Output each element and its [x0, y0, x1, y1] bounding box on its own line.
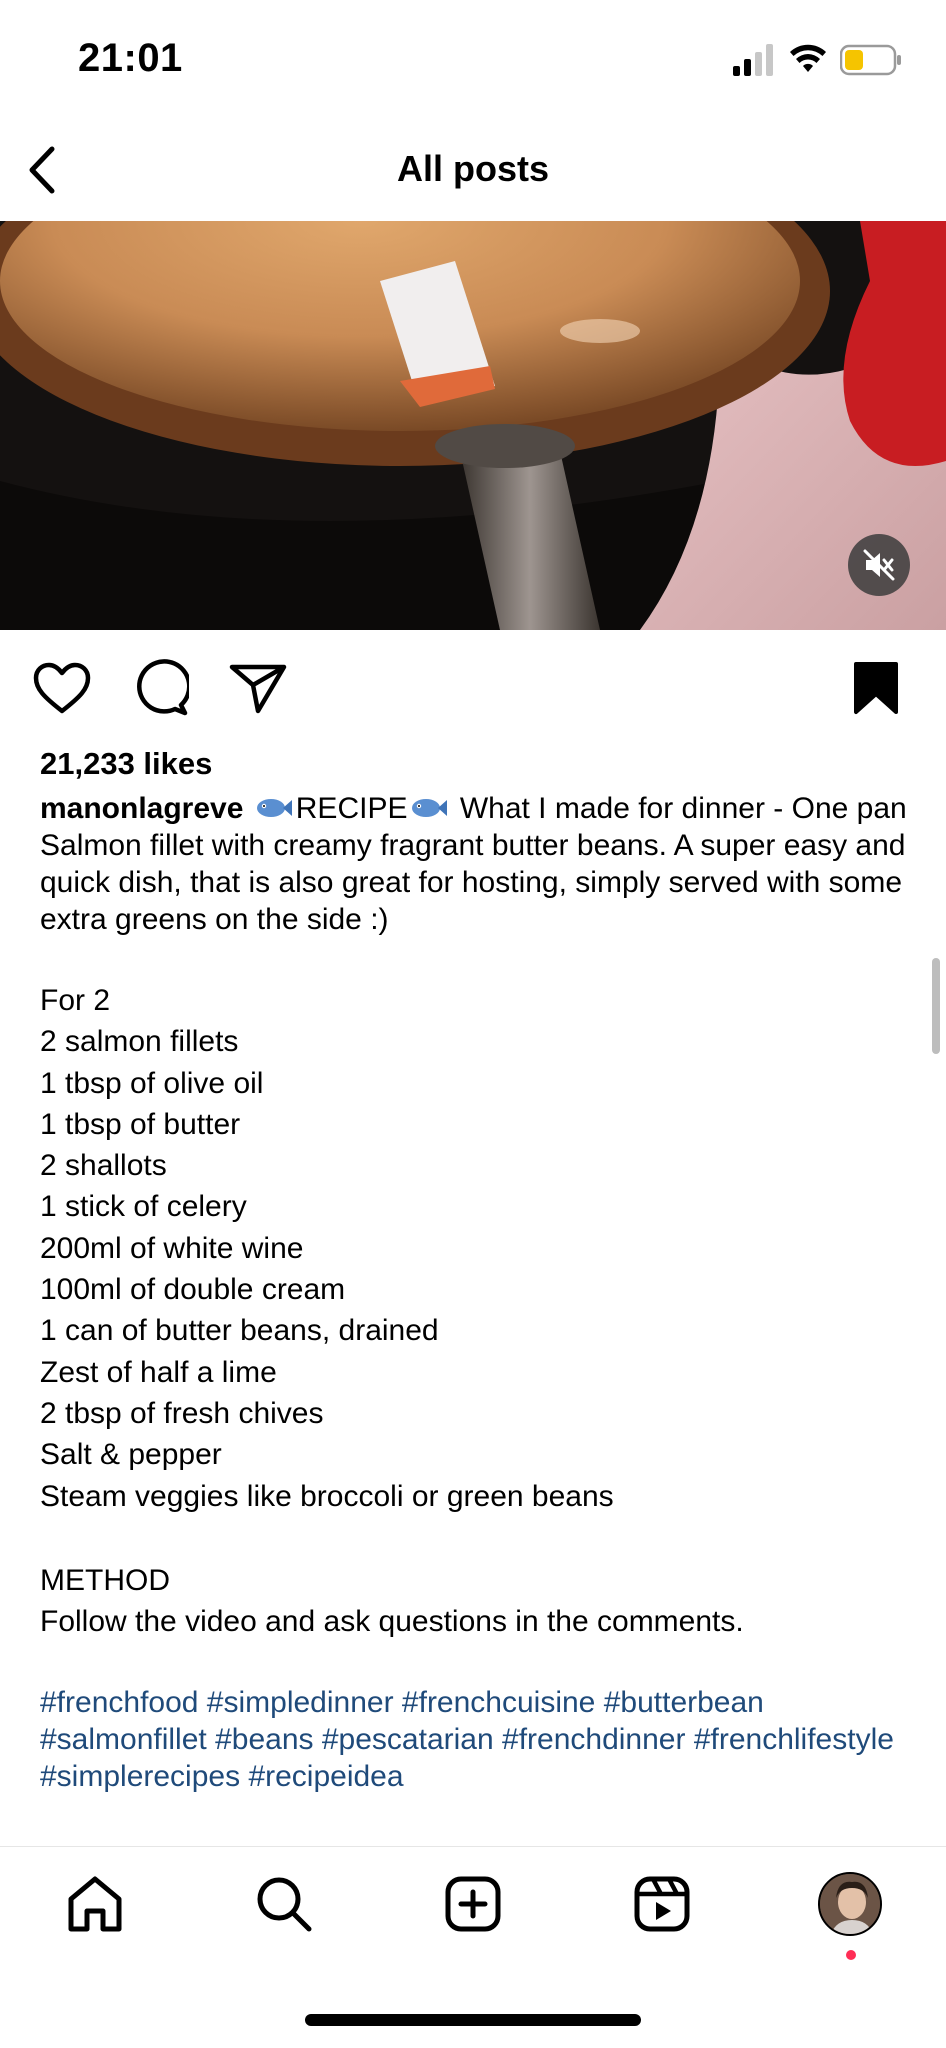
list-item: 100ml of double cream	[40, 1273, 346, 1307]
method-section: METHOD Follow the video and ask question…	[40, 1560, 920, 1643]
tab-create[interactable]	[438, 1869, 508, 1939]
speaker-muted-icon	[863, 549, 895, 581]
nav-header: All posts	[0, 120, 946, 220]
method-text: Follow the video and ask questions in th…	[40, 1605, 744, 1639]
method-heading: METHOD	[40, 1564, 170, 1597]
fish-emoji-icon	[256, 799, 292, 817]
post-video[interactable]	[0, 221, 946, 630]
wifi-icon	[790, 44, 826, 72]
save-button[interactable]	[844, 656, 908, 720]
list-item: 1 tbsp of olive oil	[40, 1066, 264, 1100]
hashtag-list: #frenchfood #simpledinner #frenchcuisine…	[40, 1684, 920, 1795]
notification-dot	[846, 1950, 856, 1960]
tab-home[interactable]	[60, 1869, 130, 1939]
hashtag-link[interactable]: #simplerecipes	[40, 1760, 240, 1793]
heart-icon	[33, 662, 91, 714]
share-button[interactable]	[226, 656, 290, 720]
cellular-signal-icon	[733, 44, 773, 76]
share-icon	[229, 664, 287, 714]
tab-search[interactable]	[249, 1869, 319, 1939]
comment-button[interactable]	[128, 656, 192, 720]
list-item: 1 stick of celery	[40, 1190, 247, 1224]
hashtag-link[interactable]: #frenchlifestyle	[694, 1723, 894, 1756]
hashtag-link[interactable]: #recipeidea	[248, 1760, 403, 1793]
list-item: Zest of half a lime	[40, 1355, 277, 1389]
list-item: 1 can of butter beans, drained	[40, 1314, 439, 1348]
list-item: 2 shallots	[40, 1149, 167, 1183]
hashtag-link[interactable]: #frenchdinner	[502, 1723, 685, 1756]
page-title: All posts	[396, 148, 549, 189]
comment-icon	[137, 659, 189, 716]
search-icon	[257, 1877, 312, 1932]
list-item: 2 tbsp of fresh chives	[40, 1396, 324, 1430]
mute-button[interactable]	[848, 534, 910, 596]
post-caption: manonlagreve RECIPE What I made for dinn…	[40, 790, 920, 938]
tab-profile[interactable]	[815, 1869, 885, 1939]
recipe-label: RECIPE	[295, 792, 408, 825]
status-bar: 21:01	[0, 0, 946, 120]
status-time: 21:01	[78, 36, 183, 80]
battery-low-icon	[840, 44, 901, 76]
list-item: 200ml of white wine	[40, 1231, 304, 1265]
list-item: Salt & pepper	[40, 1438, 222, 1472]
reels-icon	[634, 1876, 690, 1932]
tab-reels[interactable]	[627, 1869, 697, 1939]
hashtag-link[interactable]: #frenchcuisine	[402, 1686, 595, 1719]
profile-photo	[820, 1874, 880, 1934]
ingredient-list: For 2 2 salmon fillets 1 tbsp of olive o…	[40, 980, 920, 1517]
hashtag-link[interactable]: #butterbean	[604, 1686, 764, 1719]
list-item: For 2	[40, 984, 111, 1017]
hashtag-link[interactable]: #beans	[215, 1723, 313, 1756]
list-item: 2 salmon fillets	[40, 1025, 239, 1059]
list-item: 1 tbsp of butter	[40, 1107, 241, 1141]
avatar	[818, 1872, 882, 1936]
bottom-tab-bar	[0, 1846, 946, 1956]
create-post-icon	[445, 1876, 501, 1932]
hashtag-link[interactable]: #frenchfood	[40, 1686, 198, 1719]
scrollbar[interactable]	[932, 958, 940, 1054]
like-count[interactable]: 21,233 likes	[40, 746, 212, 782]
home-icon	[68, 1876, 122, 1932]
author-username[interactable]: manonlagreve	[40, 792, 243, 825]
post-actions	[0, 650, 946, 730]
like-button[interactable]	[30, 656, 94, 720]
home-indicator	[305, 2014, 641, 2026]
hashtag-link[interactable]: #pescatarian	[322, 1723, 494, 1756]
fish-emoji-icon	[412, 799, 448, 817]
bookmark-icon	[854, 662, 898, 714]
video-frame	[0, 221, 946, 630]
hashtag-link[interactable]: #simpledinner	[207, 1686, 394, 1719]
hashtag-link[interactable]: #salmonfillet	[40, 1723, 207, 1756]
list-item: Steam veggies like broccoli or green bea…	[40, 1479, 614, 1513]
